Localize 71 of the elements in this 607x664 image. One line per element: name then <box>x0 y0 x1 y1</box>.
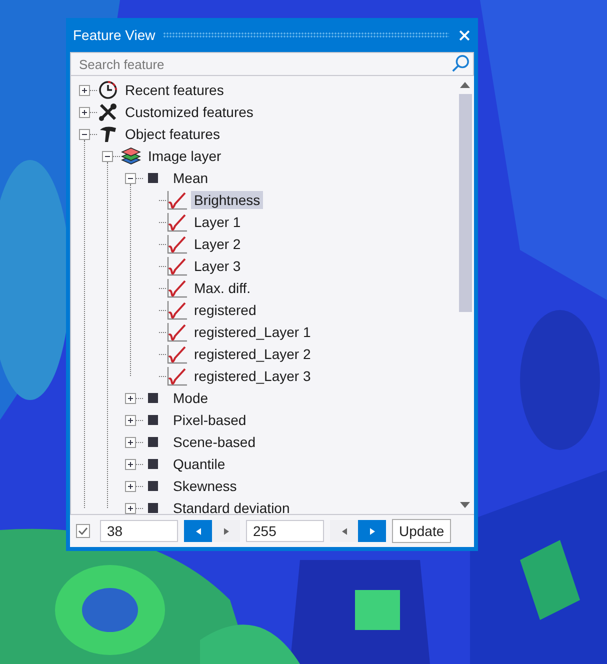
min-value-field[interactable]: 38 <box>100 520 178 542</box>
chart-icon <box>167 300 187 320</box>
expand-icon[interactable] <box>125 414 136 426</box>
chart-icon <box>167 366 187 386</box>
tree-item[interactable]: Recent features <box>122 81 227 99</box>
tree-item[interactable]: Scene-based <box>170 433 259 451</box>
max-value-field[interactable]: 255 <box>246 520 324 542</box>
tree-item[interactable]: registered_Layer 2 <box>191 345 314 363</box>
tree-item[interactable]: Quantile <box>170 455 228 473</box>
clock-icon <box>98 80 118 100</box>
checkbox[interactable] <box>76 524 90 538</box>
decrease-button[interactable] <box>330 520 358 542</box>
tree-item[interactable]: Object features <box>122 125 223 143</box>
square-icon <box>148 173 158 183</box>
collapse-icon[interactable] <box>102 150 113 162</box>
tree-item[interactable]: Customized features <box>122 103 256 121</box>
chart-icon <box>167 278 187 298</box>
close-icon[interactable] <box>459 30 470 40</box>
tree-item[interactable]: Layer 1 <box>191 213 244 231</box>
hammer-icon <box>98 124 118 144</box>
search-icon[interactable] <box>451 54 470 73</box>
collapse-icon[interactable] <box>79 128 90 140</box>
tree-item[interactable]: registered_Layer 1 <box>191 323 314 341</box>
caret-left-icon <box>196 528 200 534</box>
square-icon <box>148 393 158 403</box>
increase-button[interactable] <box>358 520 386 542</box>
tree-item[interactable]: Mean <box>170 169 212 187</box>
collapse-icon[interactable] <box>125 172 136 184</box>
tree-item[interactable]: Standard deviation <box>170 499 293 514</box>
expand-icon[interactable] <box>125 502 136 514</box>
caret-right-icon <box>370 528 374 534</box>
expand-icon[interactable] <box>125 436 136 448</box>
chart-icon <box>167 256 187 276</box>
caret-right-icon <box>224 528 228 534</box>
search-field[interactable]: Search feature <box>70 52 474 76</box>
tree-item[interactable]: Skewness <box>170 477 240 495</box>
tree-item[interactable]: Mode <box>170 389 212 407</box>
square-icon <box>148 437 158 447</box>
scroll-down-icon[interactable] <box>460 502 470 508</box>
tools-icon <box>98 102 118 122</box>
expand-icon[interactable] <box>125 392 136 404</box>
window-title: Feature View <box>73 27 156 43</box>
scrollbar-thumb[interactable] <box>458 94 472 312</box>
tree-item[interactable]: Brightness <box>191 191 264 209</box>
increase-button[interactable] <box>212 520 240 542</box>
chart-icon <box>167 190 187 210</box>
tree-item[interactable]: Layer 3 <box>191 257 244 275</box>
expand-icon[interactable] <box>79 84 90 96</box>
layers-icon <box>121 146 141 166</box>
square-icon <box>148 415 158 425</box>
square-icon <box>148 481 158 491</box>
tree-item[interactable]: Image layer <box>145 147 224 165</box>
caret-left-icon <box>342 528 346 534</box>
update-button[interactable]: Update <box>392 519 452 543</box>
decrease-button[interactable] <box>184 520 212 542</box>
chart-icon <box>167 344 187 364</box>
tree-item[interactable]: Layer 2 <box>191 235 244 253</box>
chart-icon <box>167 234 187 254</box>
chart-icon <box>167 212 187 232</box>
title-grip[interactable] <box>163 32 449 38</box>
expand-icon[interactable] <box>79 106 90 118</box>
chart-icon <box>167 322 187 342</box>
square-icon <box>148 459 158 469</box>
tree-item[interactable]: Max. diff. <box>191 279 254 297</box>
tree-item[interactable]: registered <box>191 301 260 319</box>
tree-item[interactable]: Pixel-based <box>170 411 250 429</box>
scroll-up-icon[interactable] <box>460 82 470 88</box>
square-icon <box>148 503 158 513</box>
expand-icon[interactable] <box>125 480 136 492</box>
expand-icon[interactable] <box>125 458 136 470</box>
tree-item[interactable]: registered_Layer 3 <box>191 367 314 385</box>
